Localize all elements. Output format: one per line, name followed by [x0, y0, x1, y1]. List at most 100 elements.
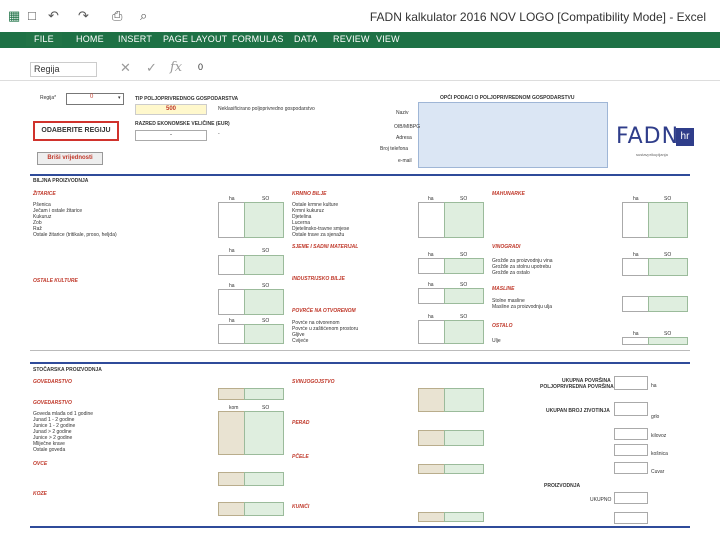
ha-cells[interactable] [622, 296, 650, 312]
summary-label: PROIZVODNJA [544, 483, 581, 489]
vinogradi-title: VINOGRADI [492, 244, 521, 250]
krmno-list: Ostale krmne kulture Krmni kukuruz Djete… [292, 202, 417, 238]
ostalo-title: OSTALO [492, 323, 513, 329]
undo-icon[interactable]: ↶ [48, 8, 59, 24]
chevron-down-icon[interactable]: ▾ [118, 95, 121, 101]
field-adresa: Adresa [396, 135, 412, 141]
fx-icon[interactable]: fx [170, 60, 182, 75]
so-cells [444, 320, 484, 344]
tab-page-layout[interactable]: PAGE LAYOUT [163, 34, 227, 44]
so-cells [648, 202, 688, 238]
tab-view[interactable]: VIEW [376, 34, 400, 44]
select-region-button[interactable]: ODABERITE REGIJU [33, 121, 119, 141]
so-cells [244, 324, 284, 344]
summary-label: UKUPAN BROJ ZIVOTINJA [546, 408, 610, 414]
fadn-logo: FADN hr sustavprikupljanja [616, 120, 696, 160]
biljna-title: BILJNA PROIZVODNJA [33, 178, 89, 184]
regija-select[interactable] [66, 93, 124, 105]
kom-cells[interactable] [218, 472, 246, 486]
list-item: Ostale trave za sjenažu [292, 232, 345, 238]
summary-label: UKUPNO [590, 497, 612, 503]
kom-cells[interactable] [418, 430, 446, 446]
section-divider [30, 350, 690, 351]
ha-cells[interactable] [622, 337, 650, 345]
kom-cells[interactable] [218, 388, 246, 400]
ha-cells[interactable] [622, 258, 650, 276]
cancel-icon[interactable]: ✕ [120, 60, 131, 76]
krmno-ha-cells[interactable] [418, 202, 446, 238]
summary-unit: kilovoz [651, 433, 667, 439]
clear-values-button[interactable]: Briši vrijednosti [37, 152, 103, 165]
field-oib: OIB/MIBPG [394, 124, 421, 130]
tab-review[interactable]: REVIEW [333, 34, 370, 44]
kom-cells[interactable] [418, 388, 446, 412]
krmno-title: KRMNO BILJE [292, 191, 327, 197]
ha-cells[interactable] [218, 255, 246, 275]
contact-input-box[interactable] [418, 102, 608, 168]
sjeme-title: SJEME I SADNI MATERIJAL [292, 244, 359, 250]
window-title: FADN kalkulator 2016 NOV LOGO [Compatibi… [369, 10, 706, 24]
perad-title: PERAD [292, 420, 310, 426]
zitarice-title: ŽITARICE [33, 191, 56, 197]
zitarice-ha-cells[interactable] [218, 202, 246, 238]
ha-cells[interactable] [218, 289, 246, 315]
section-divider [30, 362, 690, 364]
so-cells [444, 464, 484, 474]
formula-input[interactable]: 0 [198, 62, 203, 72]
so-cells [444, 512, 484, 522]
save-icon[interactable]: □ [28, 8, 36, 23]
masline-title: MASLINE [492, 286, 515, 292]
name-box[interactable]: Regija [30, 62, 97, 77]
redo-icon[interactable]: ↷ [78, 8, 89, 24]
masline-list: Stolne masline Masline za proizvodnju ul… [492, 298, 617, 310]
pcele-title: PČELE [292, 454, 309, 460]
tip-value: 500 [135, 104, 207, 115]
list-item: Ostale goveda [33, 447, 66, 453]
kom-cells[interactable] [218, 502, 246, 516]
so-cells [648, 258, 688, 276]
ha-cells[interactable] [622, 202, 650, 238]
kom-cells[interactable] [418, 464, 446, 474]
section-divider [30, 174, 690, 176]
ha-cells[interactable] [418, 258, 446, 274]
industrija-title: INDUSTRIJSKO BILJE [292, 276, 345, 282]
tab-file[interactable]: FILE [26, 32, 62, 46]
col-ha: ha [229, 248, 235, 254]
so-cells [444, 388, 484, 412]
povrce-title: POVRĆE NA OTVORENOM [292, 308, 356, 314]
so-cells [244, 289, 284, 315]
so-cells [444, 430, 484, 446]
summary-cell [614, 512, 648, 524]
kom-cells[interactable] [218, 411, 246, 455]
tip-note: Neklasificirano poljoprivredno gospodars… [218, 106, 315, 112]
ha-cells[interactable] [418, 288, 446, 304]
print-icon[interactable]: ⎙ [112, 8, 122, 24]
so-cells [648, 337, 688, 345]
enter-icon[interactable]: ✓ [146, 60, 157, 76]
zitarice-so-cells [244, 202, 284, 238]
ha-cells[interactable] [218, 324, 246, 344]
mahunarke-title: MAHUNARKE [492, 191, 525, 197]
ovce-title: OVCE [33, 461, 48, 467]
formula-bar [0, 58, 720, 81]
svinjogojstvo-title: SVINJOGOJSTVO [292, 379, 335, 385]
regija-label: Regija* [40, 95, 57, 101]
tab-formulas[interactable]: FORMULAS [232, 34, 284, 44]
goveda-list: Goveda mlađa od 1 godine Junad 1 - 2 god… [33, 411, 213, 453]
excel-icon: ▦ [8, 8, 21, 23]
so-cells [244, 411, 284, 455]
summary-cell [614, 402, 648, 416]
field-email: e-mail [398, 158, 412, 164]
tab-data[interactable]: DATA [294, 34, 317, 44]
preview-icon[interactable]: ⌕ [140, 8, 147, 24]
summary-cell [614, 444, 648, 456]
govedarstvo-title: GOVEDARSTVO [33, 379, 72, 385]
stocarska-title: STOČARSKA PROIZVODNJA [33, 367, 102, 373]
tab-insert[interactable]: INSERT [118, 34, 152, 44]
tab-home[interactable]: HOME [76, 34, 104, 44]
so-cells [444, 288, 484, 304]
ha-cells[interactable] [418, 320, 446, 344]
kom-cells[interactable] [418, 512, 446, 522]
summary-unit: grlo [651, 414, 660, 420]
section-divider [30, 526, 690, 528]
